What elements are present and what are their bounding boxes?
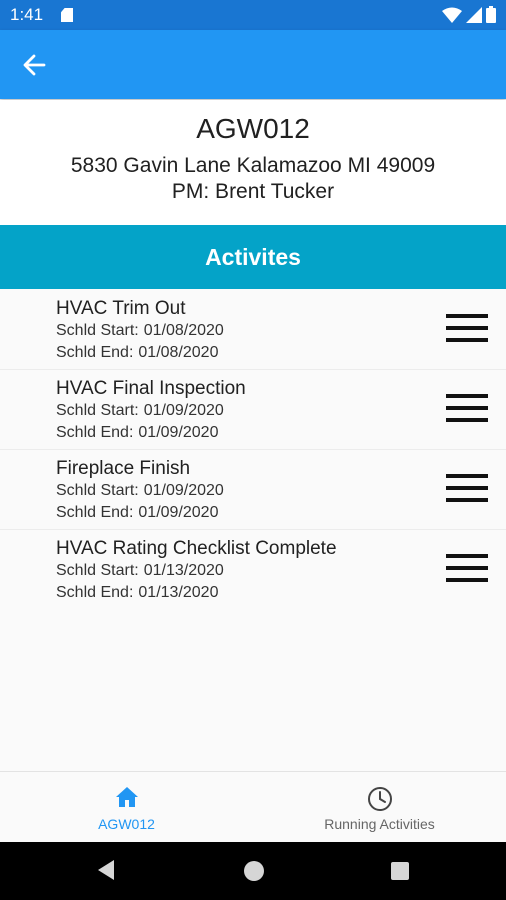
home-circle-icon[interactable]: [244, 861, 264, 881]
menu-icon[interactable]: [446, 312, 488, 344]
start-date: 01/08/2020: [143, 322, 224, 339]
status-icons: [442, 6, 496, 23]
end-date: 01/09/2020: [138, 504, 219, 521]
menu-icon[interactable]: [446, 552, 488, 584]
activity-scheduled-end: Schld End: 01/13/2020: [56, 584, 218, 602]
menu-icon[interactable]: [446, 392, 488, 424]
job-header: AGW012 5830 Gavin Lane Kalamazoo MI 4900…: [0, 100, 506, 225]
clock-icon: [367, 787, 392, 811]
tab-label: Running Activities: [324, 816, 435, 832]
start-date: 01/13/2020: [143, 562, 224, 579]
start-label: Schld Start:: [56, 322, 139, 339]
activity-item[interactable]: Fireplace Finish Schld Start: 01/09/2020 …: [0, 450, 506, 530]
status-time: 1:41: [10, 5, 44, 24]
tab-label: AGW012: [98, 816, 155, 832]
back-triangle-icon[interactable]: [96, 859, 116, 881]
project-manager: PM: Brent Tucker: [171, 180, 335, 203]
activity-title: Fireplace Finish: [56, 458, 191, 479]
bottom-navigation: AGW012 Running Activities: [0, 771, 506, 842]
end-date: 01/13/2020: [138, 584, 219, 601]
job-address: 5830 Gavin Lane Kalamazoo MI 49009: [70, 154, 436, 177]
menu-icon[interactable]: [446, 472, 488, 504]
job-id: AGW012: [196, 113, 310, 144]
activity-scheduled-start: Schld Start: 01/13/2020: [56, 562, 224, 580]
recents-square-icon[interactable]: [391, 862, 409, 880]
end-label: Schld End:: [56, 344, 134, 361]
system-navigation-bar: [0, 842, 506, 900]
app-bar: [0, 30, 506, 99]
activity-item[interactable]: HVAC Final Inspection Schld Start: 01/09/…: [0, 370, 506, 450]
end-label: Schld End:: [56, 504, 134, 521]
end-label: Schld End:: [56, 424, 134, 441]
wifi-icon: [442, 7, 462, 23]
end-date: 01/09/2020: [138, 424, 219, 441]
back-button[interactable]: [18, 50, 50, 80]
activity-scheduled-start: Schld Start: 01/09/2020: [56, 402, 224, 420]
tab-running-activities[interactable]: Running Activities: [253, 772, 506, 842]
home-icon: [115, 787, 138, 807]
sd-card-icon: [61, 8, 73, 22]
activity-item[interactable]: HVAC Trim Out Schld Start: 01/08/2020 Sch…: [0, 290, 506, 370]
end-label: Schld End:: [56, 584, 134, 601]
battery-icon: [486, 6, 496, 23]
start-date: 01/09/2020: [143, 402, 224, 419]
activity-title: HVAC Rating Checklist Complete: [56, 538, 337, 559]
activity-item[interactable]: HVAC Rating Checklist Complete Schld Sta…: [0, 530, 506, 610]
tab-job-home[interactable]: AGW012: [0, 772, 253, 842]
activity-scheduled-end: Schld End: 01/08/2020: [56, 344, 218, 362]
activities-section-header: Activites: [0, 225, 506, 289]
start-label: Schld Start:: [56, 562, 139, 579]
activity-scheduled-end: Schld End: 01/09/2020: [56, 424, 218, 442]
arrow-left-icon: [23, 54, 46, 76]
end-date: 01/08/2020: [138, 344, 219, 361]
start-date: 01/09/2020: [143, 482, 224, 499]
activities-list: HVAC Trim Out Schld Start: 01/08/2020 Sch…: [0, 290, 506, 610]
signal-icon: [466, 6, 482, 23]
activity-scheduled-end: Schld End: 01/09/2020: [56, 504, 218, 522]
activity-scheduled-start: Schld Start: 01/09/2020: [56, 482, 224, 500]
status-bar: 1:41: [0, 0, 506, 30]
start-label: Schld Start:: [56, 402, 139, 419]
activity-scheduled-start: Schld Start: 01/08/2020: [56, 322, 224, 340]
activity-title: HVAC Final Inspection: [56, 378, 246, 399]
start-label: Schld Start:: [56, 482, 139, 499]
activity-title: HVAC Trim Out: [56, 298, 186, 319]
